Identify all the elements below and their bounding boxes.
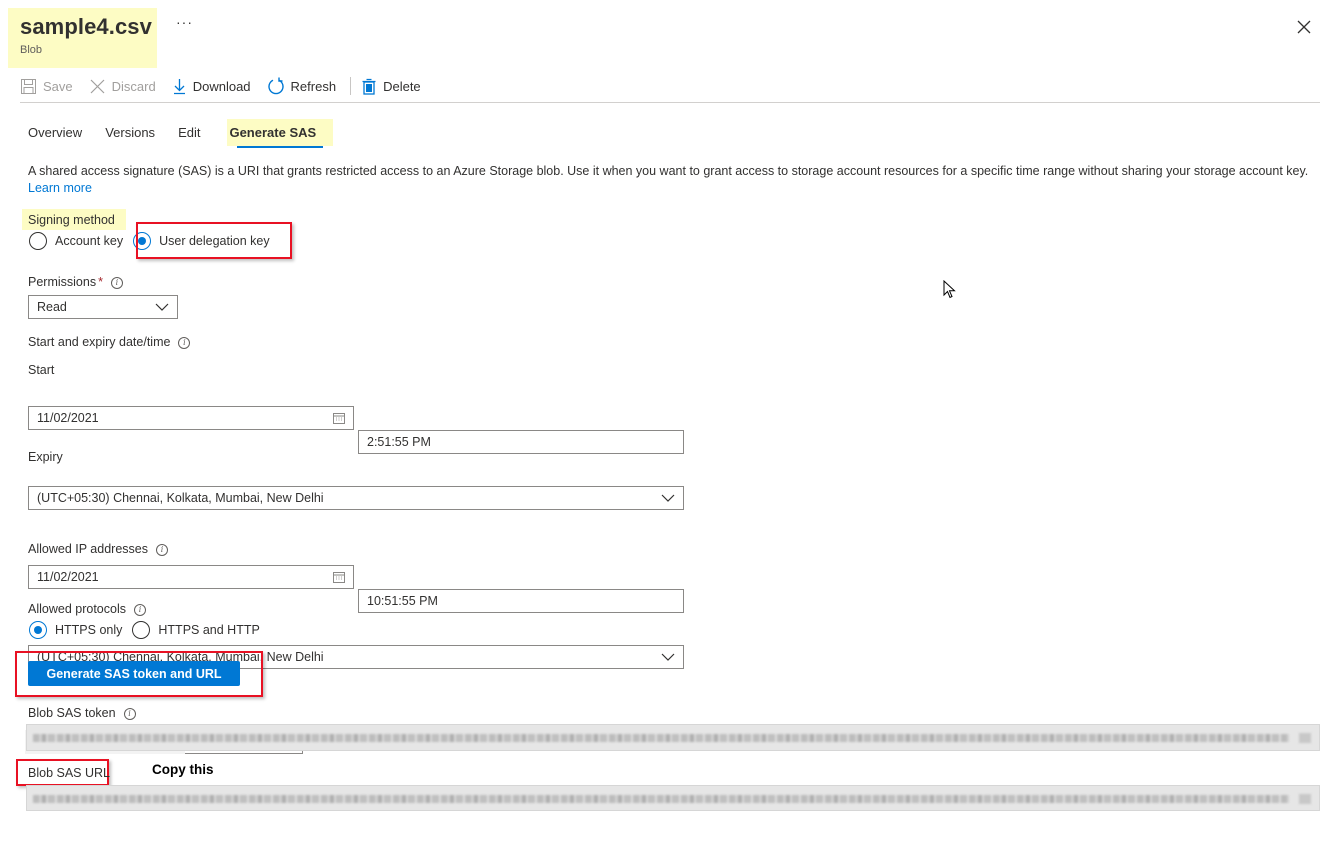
required-indicator: * [98,275,103,289]
tab-versions[interactable]: Versions [105,124,155,146]
annotation-box-user-delegation [136,222,292,259]
toolbar-divider [20,102,1320,103]
download-icon [173,78,185,94]
redacted-token [33,734,1289,742]
info-icon[interactable]: i [123,707,136,720]
refresh-button[interactable]: Refresh [267,77,337,95]
download-label: Download [192,78,251,94]
calendar-icon[interactable] [333,412,345,424]
radio-circle [29,232,47,250]
start-timezone-dropdown[interactable]: (UTC+05:30) Chennai, Kolkata, Mumbai, Ne… [28,486,684,510]
trash-icon [362,78,376,95]
download-button[interactable]: Download [172,78,251,95]
radio-circle [132,621,151,639]
sas-description: A shared access signature (SAS) is a URI… [28,163,1323,197]
expiry-time-value: 10:51:55 PM [367,594,438,608]
toolbar-separator [350,77,352,95]
chevron-down-icon [661,653,675,661]
command-bar: Save Discard Download Refresh Delete [20,74,437,98]
protocols-radio-group: HTTPS only HTTPS and HTTP [29,621,270,639]
info-icon[interactable]: i [178,336,191,349]
discard-button[interactable]: Discard [89,78,156,95]
info-icon[interactable]: i [155,543,168,556]
start-time-input[interactable]: 2:51:55 PM [358,430,684,454]
info-icon[interactable]: i [133,603,146,616]
close-icon [1297,20,1311,34]
expiry-time-input[interactable]: 10:51:55 PM [358,589,684,613]
redacted-url [33,795,1289,803]
active-tab-indicator [237,146,323,148]
refresh-label: Refresh [290,78,337,94]
radio-account-key[interactable]: Account key [29,232,123,250]
page-title: sample4.csv [20,14,152,39]
start-timezone-value: (UTC+05:30) Chennai, Kolkata, Mumbai, Ne… [37,491,324,505]
save-label: Save [43,78,73,94]
chevron-down-icon [155,303,169,311]
start-date-value: 11/02/2021 [37,411,99,425]
start-label: Start [28,363,55,377]
tab-bar: Overview Versions Edit Generate SAS [28,124,339,146]
radio-label: HTTPS only [55,623,123,637]
save-button[interactable]: Save [20,78,73,95]
sas-url-label: Blob SAS URL [28,766,110,780]
save-icon [21,78,36,94]
radio-label: HTTPS and HTTP [158,623,260,637]
allowed-ip-label-text: Allowed IP addresses [28,542,148,556]
page-subtitle: Blob [20,44,43,56]
close-button[interactable] [1295,18,1313,36]
sas-token-label: Blob SAS token i [28,706,136,720]
copy-icon[interactable] [1299,794,1311,804]
generate-sas-button[interactable]: Generate SAS token and URL [28,661,240,686]
radio-circle-checked [29,621,47,639]
description-text: A shared access signature (SAS) is a URI… [28,164,1309,178]
sas-url-field[interactable] [26,785,1320,811]
tab-edit[interactable]: Edit [178,124,200,146]
sas-token-field[interactable] [26,724,1320,751]
permissions-value: Read [37,300,67,314]
copy-icon[interactable] [1299,733,1311,743]
tab-overview[interactable]: Overview [28,124,82,146]
permissions-dropdown[interactable]: Read [28,295,178,319]
allowed-ip-label: Allowed IP addresses i [28,542,168,556]
permissions-label: Permissions * i [28,275,123,289]
discard-label: Discard [111,78,156,94]
refresh-icon [267,77,284,95]
discard-icon [90,79,105,93]
allowed-protocols-label-text: Allowed protocols [28,602,126,616]
datetime-label-text: Start and expiry date/time [28,335,171,349]
start-date-input[interactable]: 11/02/2021 [28,406,354,430]
learn-more-link[interactable]: Learn more [28,181,92,195]
more-options-button[interactable]: ··· [176,14,193,30]
chevron-down-icon [661,494,675,502]
expiry-date-value: 11/02/2021 [37,570,99,584]
info-icon[interactable]: i [110,276,123,289]
radio-https-only[interactable]: HTTPS only [29,621,122,639]
copy-this-annotation: Copy this [152,762,214,777]
signing-method-label: Signing method [28,213,115,227]
mouse-cursor-icon [943,280,956,299]
radio-https-and-http[interactable]: HTTPS and HTTP [132,621,260,639]
start-time-value: 2:51:55 PM [367,435,431,449]
datetime-label: Start and expiry date/time i [28,335,191,349]
tab-generate-sas[interactable]: Generate SAS [229,124,316,146]
permissions-label-text: Permissions [28,275,97,289]
delete-button[interactable]: Delete [361,78,421,95]
allowed-protocols-label: Allowed protocols i [28,602,146,616]
delete-label: Delete [383,78,421,94]
expiry-label: Expiry [28,450,63,464]
calendar-icon[interactable] [333,571,345,583]
radio-label: Account key [55,234,124,248]
expiry-date-input[interactable]: 11/02/2021 [28,565,354,589]
sas-token-label-text: Blob SAS token [28,706,116,720]
